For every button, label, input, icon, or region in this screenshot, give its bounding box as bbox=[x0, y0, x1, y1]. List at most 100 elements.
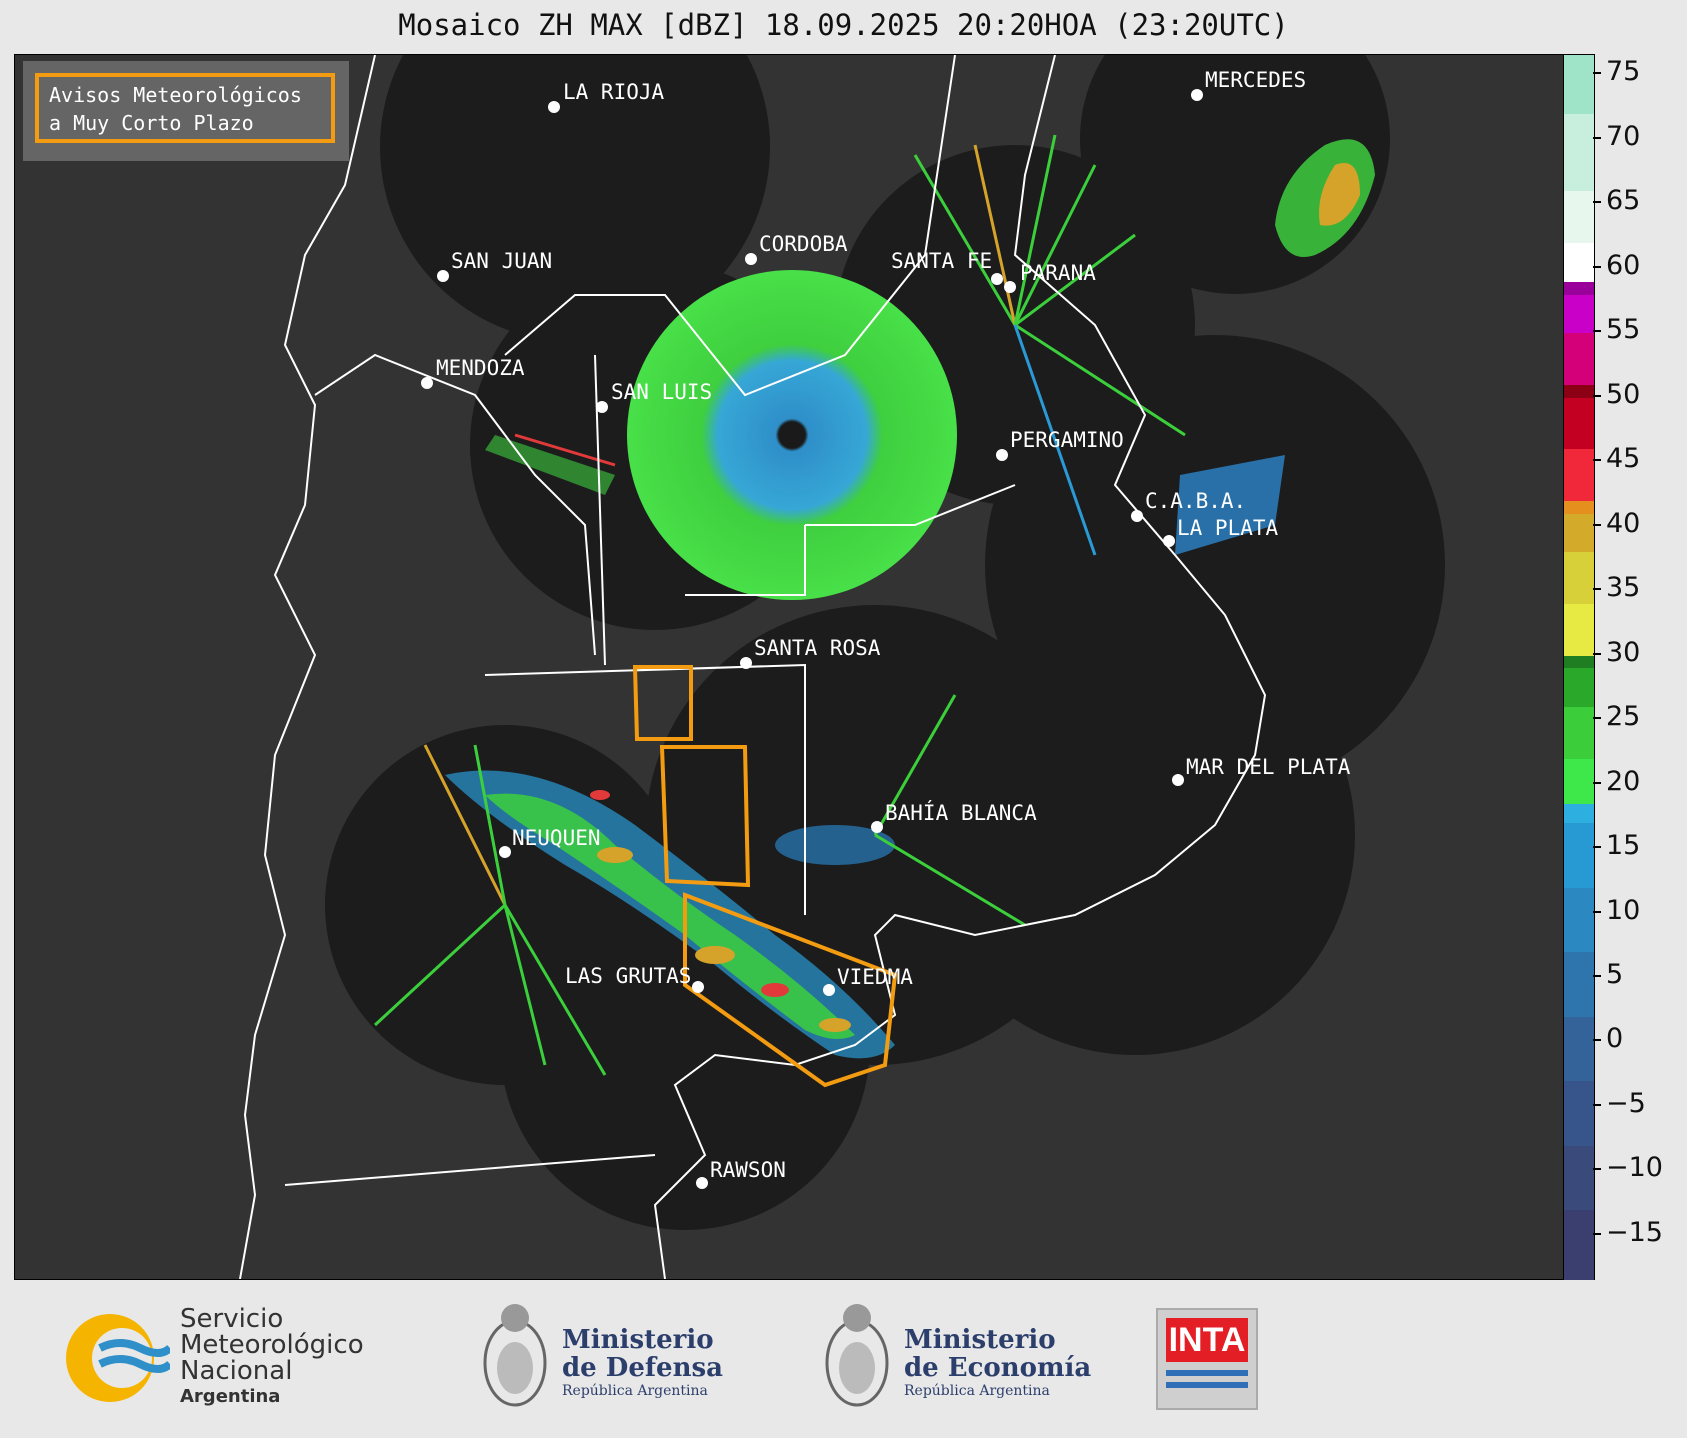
defensa-logo-text: Ministerio de Defensa República Argentin… bbox=[562, 1325, 723, 1399]
svg-text:C.A.B.A.: C.A.B.A. bbox=[1145, 489, 1246, 513]
colorbar-segment bbox=[1564, 603, 1594, 656]
colorbar-tick bbox=[1593, 846, 1601, 849]
colorbar-segment bbox=[1564, 280, 1594, 295]
colorbar-tick bbox=[1593, 652, 1601, 655]
colorbar-tick bbox=[1593, 72, 1601, 75]
city-cordoba: CORDOBA bbox=[745, 232, 848, 265]
svg-text:PARANA: PARANA bbox=[1020, 261, 1096, 285]
colorbar-tick bbox=[1593, 265, 1601, 268]
colorbar-segment bbox=[1564, 667, 1594, 708]
cordoba-radar-echo bbox=[627, 270, 957, 600]
colorbar-segment bbox=[1564, 190, 1594, 243]
legend-line-1: Avisos Meteorológicos bbox=[49, 83, 302, 107]
svg-text:LA PLATA: LA PLATA bbox=[1177, 516, 1279, 540]
colorbar-segment bbox=[1564, 383, 1594, 398]
colorbar-tick bbox=[1593, 974, 1601, 977]
colorbar-tick bbox=[1593, 330, 1601, 333]
colorbar-tick-label: 70 bbox=[1606, 120, 1641, 152]
svg-text:SANTA ROSA: SANTA ROSA bbox=[754, 636, 881, 660]
svg-text:MERCEDES: MERCEDES bbox=[1205, 68, 1306, 92]
svg-text:RAWSON: RAWSON bbox=[710, 1158, 786, 1182]
colorbar-tick-label: 25 bbox=[1606, 701, 1641, 733]
colorbar-tick bbox=[1593, 523, 1601, 526]
svg-text:SAN JUAN: SAN JUAN bbox=[451, 249, 552, 273]
colorbar-segment bbox=[1564, 706, 1594, 759]
smn-logo-text: Servicio Meteorológico Nacional Argentin… bbox=[180, 1304, 364, 1407]
colorbar-tick bbox=[1593, 781, 1601, 784]
svg-text:MENDOZA: MENDOZA bbox=[436, 356, 525, 380]
colorbar-tick bbox=[1593, 459, 1601, 462]
colorbar-tick bbox=[1593, 201, 1601, 204]
svg-text:SAN LUIS: SAN LUIS bbox=[611, 380, 712, 404]
defensa-seal-icon bbox=[483, 1304, 547, 1407]
svg-text:PERGAMINO: PERGAMINO bbox=[1010, 428, 1124, 452]
colorbar-tick bbox=[1593, 717, 1601, 720]
colorbar-tick-label: 55 bbox=[1606, 314, 1641, 346]
colorbar-tick-label: 0 bbox=[1606, 1023, 1624, 1055]
footer-logos: Servicio Meteorológico Nacional Argentin… bbox=[0, 1280, 1687, 1438]
colorbar-tick-label: 45 bbox=[1606, 443, 1641, 475]
colorbar-tick-label: −5 bbox=[1606, 1087, 1646, 1119]
colorbar-segment bbox=[1564, 951, 1594, 1017]
svg-text:LA RIOJA: LA RIOJA bbox=[563, 80, 665, 104]
colorbar-tick bbox=[1593, 910, 1601, 913]
economia-logo-text: Ministerio de Economía República Argenti… bbox=[904, 1325, 1092, 1399]
colorbar-segment bbox=[1564, 1144, 1594, 1211]
colorbar-tick-label: 40 bbox=[1606, 507, 1641, 539]
inta-logo: INTA bbox=[1156, 1308, 1258, 1410]
colorbar-segment bbox=[1564, 396, 1594, 450]
colorbar-tick-label: 15 bbox=[1606, 830, 1641, 862]
colorbar-tick bbox=[1593, 1103, 1601, 1106]
svg-text:BAHÍA BLANCA: BAHÍA BLANCA bbox=[885, 800, 1037, 825]
colorbar-segment bbox=[1564, 802, 1594, 824]
colorbar-tick-label: 60 bbox=[1606, 249, 1641, 281]
colorbar-segment bbox=[1564, 551, 1594, 605]
colorbar-segment bbox=[1564, 1015, 1594, 1082]
smn-logo-icon bbox=[66, 1314, 170, 1402]
colorbar-segment bbox=[1564, 448, 1594, 501]
colorbar-tick-label: −15 bbox=[1606, 1216, 1663, 1248]
colorbar-tick-label: 65 bbox=[1606, 185, 1641, 217]
colorbar-tick bbox=[1593, 588, 1601, 591]
svg-text:SANTA FE: SANTA FE bbox=[891, 249, 992, 273]
colorbar-tick-label: 30 bbox=[1606, 636, 1641, 668]
warnings-legend-frame: Avisos Meteorológicos a Muy Corto Plazo bbox=[35, 73, 335, 143]
colorbar-tick-label: 75 bbox=[1606, 56, 1641, 88]
inta-logo-text: INTA bbox=[1166, 1318, 1248, 1362]
colorbar-tick-label: 50 bbox=[1606, 378, 1641, 410]
colorbar-segment bbox=[1564, 55, 1594, 115]
radar-map[interactable]: LA RIOJA MERCEDES SAN JUAN CORDOBA SANTA… bbox=[14, 54, 1564, 1280]
colorbar-segment bbox=[1564, 822, 1594, 888]
svg-text:NEUQUEN: NEUQUEN bbox=[512, 826, 601, 850]
colorbar-segment bbox=[1564, 886, 1594, 953]
colorbar-segment bbox=[1564, 241, 1594, 282]
map-title: Mosaico ZH MAX [dBZ] 18.09.2025 20:20HOA… bbox=[398, 8, 1289, 42]
colorbar-segment bbox=[1564, 1080, 1594, 1146]
colorbar-segment bbox=[1564, 512, 1594, 553]
legend-line-2: a Muy Corto Plazo bbox=[49, 111, 254, 135]
svg-text:LAS GRUTAS: LAS GRUTAS bbox=[565, 964, 691, 988]
colorbar-segment bbox=[1564, 499, 1594, 514]
colorbar-tick bbox=[1593, 1039, 1601, 1042]
warnings-legend: Avisos Meteorológicos a Muy Corto Plazo bbox=[23, 61, 349, 161]
map-canvas: LA RIOJA MERCEDES SAN JUAN CORDOBA SANTA… bbox=[239, 55, 1445, 1279]
colorbar-segment bbox=[1564, 293, 1594, 334]
colorbar-tick-label: 10 bbox=[1606, 894, 1641, 926]
inta-stripes bbox=[1166, 1370, 1248, 1376]
economia-seal-icon bbox=[825, 1304, 889, 1407]
colorbar-segment bbox=[1564, 113, 1594, 192]
svg-text:CORDOBA: CORDOBA bbox=[759, 232, 848, 256]
colorbar-tick bbox=[1593, 1168, 1601, 1171]
colorbar-segment bbox=[1564, 1209, 1594, 1281]
colorbar-tick bbox=[1593, 1232, 1601, 1235]
svg-text:MAR DEL PLATA: MAR DEL PLATA bbox=[1186, 755, 1351, 779]
colorbar-segment bbox=[1564, 757, 1594, 804]
dbz-colorbar bbox=[1563, 54, 1595, 1281]
colorbar-segment bbox=[1564, 332, 1594, 385]
colorbar-tick-label: 35 bbox=[1606, 572, 1641, 604]
colorbar-tick-label: −10 bbox=[1606, 1152, 1663, 1184]
colorbar-tick-label: 20 bbox=[1606, 765, 1641, 797]
colorbar-tick bbox=[1593, 136, 1601, 139]
colorbar-tick-label: 5 bbox=[1606, 958, 1624, 990]
svg-text:VIEDMA: VIEDMA bbox=[837, 965, 913, 989]
